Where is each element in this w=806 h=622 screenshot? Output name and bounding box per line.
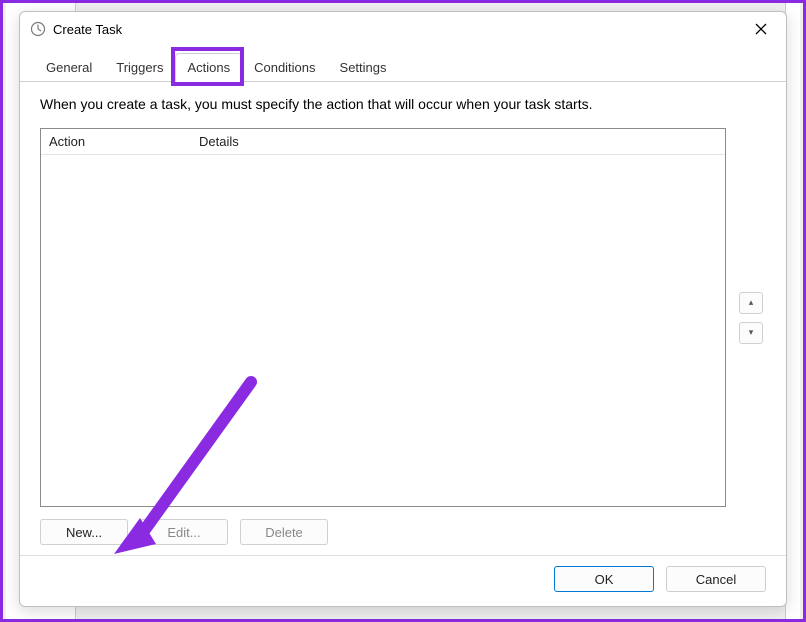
tab-conditions[interactable]: Conditions — [242, 53, 327, 82]
tab-settings[interactable]: Settings — [328, 53, 399, 82]
move-buttons: ▴ ▾ — [736, 128, 766, 507]
titlebar: Create Task — [20, 12, 786, 46]
window-title: Create Task — [53, 22, 746, 37]
background-strip-right — [785, 3, 800, 619]
move-up-button[interactable]: ▴ — [739, 292, 763, 314]
create-task-dialog: Create Task General Triggers Actions Con… — [19, 11, 787, 607]
tab-general[interactable]: General — [34, 53, 104, 82]
close-button[interactable] — [746, 17, 776, 41]
description-text: When you create a task, you must specify… — [40, 96, 766, 112]
column-action[interactable]: Action — [41, 134, 191, 149]
dialog-footer: OK Cancel — [20, 555, 786, 606]
move-down-button[interactable]: ▾ — [739, 322, 763, 344]
actions-listview[interactable]: Action Details — [40, 128, 726, 507]
task-scheduler-icon — [30, 21, 46, 37]
tab-triggers[interactable]: Triggers — [104, 53, 175, 82]
tab-actions[interactable]: Actions — [175, 53, 242, 82]
action-buttons-row: New... Edit... Delete — [40, 519, 766, 545]
tabstrip: General Triggers Actions Conditions Sett… — [20, 46, 786, 82]
edit-button[interactable]: Edit... — [140, 519, 228, 545]
column-details[interactable]: Details — [191, 134, 725, 149]
ok-button[interactable]: OK — [554, 566, 654, 592]
listview-body[interactable] — [41, 155, 725, 506]
cancel-button[interactable]: Cancel — [666, 566, 766, 592]
new-button[interactable]: New... — [40, 519, 128, 545]
middle-row: Action Details ▴ ▾ — [40, 128, 766, 507]
delete-button[interactable]: Delete — [240, 519, 328, 545]
tab-content: When you create a task, you must specify… — [20, 82, 786, 555]
listview-headers: Action Details — [41, 129, 725, 155]
